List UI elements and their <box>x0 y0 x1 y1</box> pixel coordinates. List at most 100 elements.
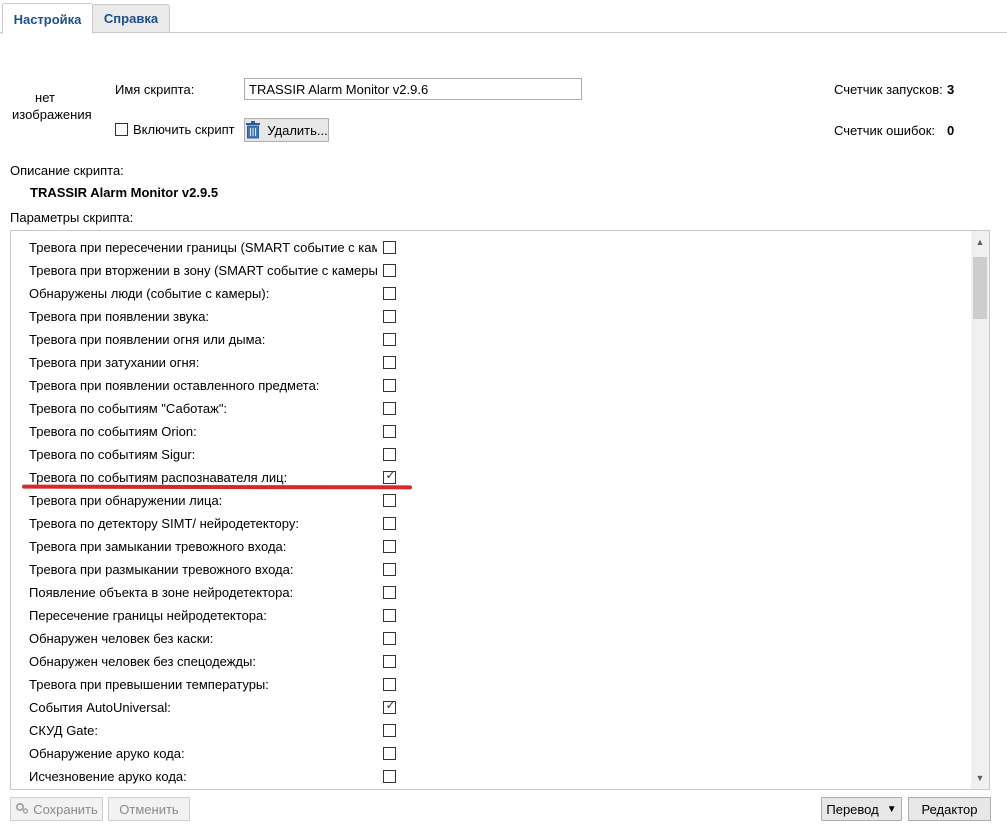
params-scrollbar[interactable]: ▲ ▼ <box>971 231 989 789</box>
param-row: Исчезновение аруко кода: <box>11 765 971 788</box>
gear-icon <box>15 801 29 818</box>
save-button-label: Сохранить <box>33 801 98 817</box>
delete-button[interactable]: Удалить... <box>244 118 329 142</box>
param-row: Тревога при размыкании тревожного входа: <box>11 558 971 581</box>
param-row: Тревога по событиям Sigur: <box>11 443 971 466</box>
param-label: Исчезновение аруко кода: <box>29 769 187 784</box>
tab-settings[interactable]: Настройка <box>2 3 93 34</box>
param-label: Тревога при превышении температуры: <box>29 677 269 692</box>
param-row: Тревога при вторжении в зону (SMART собы… <box>11 259 971 282</box>
param-checkbox[interactable] <box>383 264 396 277</box>
param-row: Тревога при затухании огня: <box>11 351 971 374</box>
param-row: Тревога при замыкании тревожного входа: <box>11 535 971 558</box>
param-row: Тревога по событиям "Саботаж": <box>11 397 971 420</box>
param-checkbox[interactable] <box>383 241 396 254</box>
param-label: Тревога при появлении огня или дыма: <box>29 332 266 347</box>
param-label: События AutoUniversal: <box>29 700 171 715</box>
param-checkbox[interactable] <box>383 310 396 323</box>
param-row: Тревога при появлении оставленного предм… <box>11 374 971 397</box>
param-row: Обнаружение аруко кода: <box>11 742 971 765</box>
param-label: Обнаружен человек без спецодежды: <box>29 654 256 669</box>
params-label: Параметры скрипта: <box>10 210 134 225</box>
translate-button-label: Перевод <box>826 801 879 817</box>
param-checkbox[interactable] <box>383 609 396 622</box>
param-checkbox[interactable] <box>383 494 396 507</box>
scroll-thumb[interactable] <box>973 257 987 319</box>
params-list[interactable]: Тревога при пересечении границы (SMART с… <box>10 230 990 790</box>
param-label: Появление объекта в зоне нейродетектора: <box>29 585 294 600</box>
param-label: Тревога по детектору SIMT/ нейродетектор… <box>29 516 299 531</box>
checkmark-icon: ✓ <box>385 698 396 712</box>
tab-divider <box>0 32 1007 33</box>
param-row: Тревога по событиям Orion: <box>11 420 971 443</box>
error-counter-label: Счетчик ошибок: <box>834 123 935 138</box>
param-checkbox[interactable] <box>383 632 396 645</box>
enable-script-checkbox[interactable] <box>115 123 128 136</box>
param-label: Обнаружены люди (событие с камеры): <box>29 286 270 301</box>
param-checkbox[interactable] <box>383 425 396 438</box>
param-checkbox[interactable] <box>383 540 396 553</box>
scroll-up-icon[interactable]: ▲ <box>971 233 989 251</box>
param-checkbox[interactable] <box>383 770 396 783</box>
param-label: Тревога при размыкании тревожного входа: <box>29 562 294 577</box>
param-label: Тревога по событиям распознавателя лиц: <box>29 470 288 485</box>
param-row: Тревога при появлении звука: <box>11 305 971 328</box>
param-checkbox[interactable] <box>383 586 396 599</box>
enable-script-label[interactable]: Включить скрипт <box>133 122 235 137</box>
param-row: Пересечение границы нейродетектора: <box>11 604 971 627</box>
param-label: Тревога по событиям "Саботаж": <box>29 401 228 416</box>
param-checkbox[interactable] <box>383 402 396 415</box>
param-label: Пересечение границы нейродетектора: <box>29 608 267 623</box>
param-checkbox[interactable] <box>383 333 396 346</box>
param-row: Появление объекта в зоне нейродетектора: <box>11 581 971 604</box>
param-row: Тревога при превышении температуры: <box>11 673 971 696</box>
save-button[interactable]: Сохранить <box>10 797 103 821</box>
param-checkbox[interactable]: ✓ <box>383 698 396 714</box>
param-label: Тревога при вторжении в зону (SMART собы… <box>29 263 377 278</box>
param-checkbox[interactable] <box>383 448 396 461</box>
highlight-underline <box>21 484 413 490</box>
param-label: Тревога при затухании огня: <box>29 355 200 370</box>
scroll-down-icon[interactable]: ▼ <box>971 769 989 787</box>
script-name-input[interactable] <box>244 78 582 100</box>
translate-dropdown[interactable]: Перевод ▼ <box>821 797 902 821</box>
param-label: СКУД Gate: <box>29 723 98 738</box>
tab-help[interactable]: Справка <box>92 4 170 32</box>
param-checkbox[interactable] <box>383 356 396 369</box>
tab-bar: Справка Настройка <box>0 0 1007 34</box>
delete-button-label: Удалить... <box>267 122 328 138</box>
param-checkbox[interactable] <box>383 747 396 760</box>
trash-icon <box>245 121 261 139</box>
param-checkbox[interactable] <box>383 287 396 300</box>
tab-settings-label: Настройка <box>13 11 82 27</box>
param-label: Обнаружение аруко кода: <box>29 746 185 761</box>
editor-button[interactable]: Редактор <box>908 797 991 821</box>
param-row: Обнаружены люди (событие с камеры): <box>11 282 971 305</box>
param-checkbox[interactable] <box>383 724 396 737</box>
checkmark-icon: ✓ <box>385 468 396 482</box>
script-name-label: Имя скрипта: <box>115 82 195 97</box>
param-row: Обнаружен человек без спецодежды: <box>11 650 971 673</box>
param-row: Тревога при пересечении границы (SMART с… <box>11 236 971 259</box>
param-label: Тревога при появлении оставленного предм… <box>29 378 320 393</box>
dropdown-arrow-icon: ▼ <box>886 803 897 815</box>
param-row: События AutoUniversal: ✓ <box>11 696 971 719</box>
param-row: Тревога при обнаружении лица: <box>11 489 971 512</box>
error-counter-value: 0 <box>947 123 955 138</box>
param-row: Тревога по детектору SIMT/ нейродетектор… <box>11 512 971 535</box>
param-row: СКУД Gate: <box>11 719 971 742</box>
cancel-button[interactable]: Отменить <box>108 797 190 821</box>
script-image-placeholder: нет изображения <box>12 90 92 122</box>
launch-counter-value: 3 <box>947 82 955 97</box>
param-checkbox[interactable] <box>383 379 396 392</box>
param-label: Тревога по событиям Orion: <box>29 424 197 439</box>
param-checkbox[interactable] <box>383 678 396 691</box>
param-checkbox[interactable] <box>383 517 396 530</box>
param-label: Обнаружен человек без каски: <box>29 631 214 646</box>
param-checkbox[interactable]: ✓ <box>383 468 396 484</box>
param-row: Обнаружен человек без каски: <box>11 627 971 650</box>
param-row: Тревога при появлении огня или дыма: <box>11 328 971 351</box>
launch-counter-label: Счетчик запусков: <box>834 82 943 97</box>
param-checkbox[interactable] <box>383 563 396 576</box>
param-checkbox[interactable] <box>383 655 396 668</box>
